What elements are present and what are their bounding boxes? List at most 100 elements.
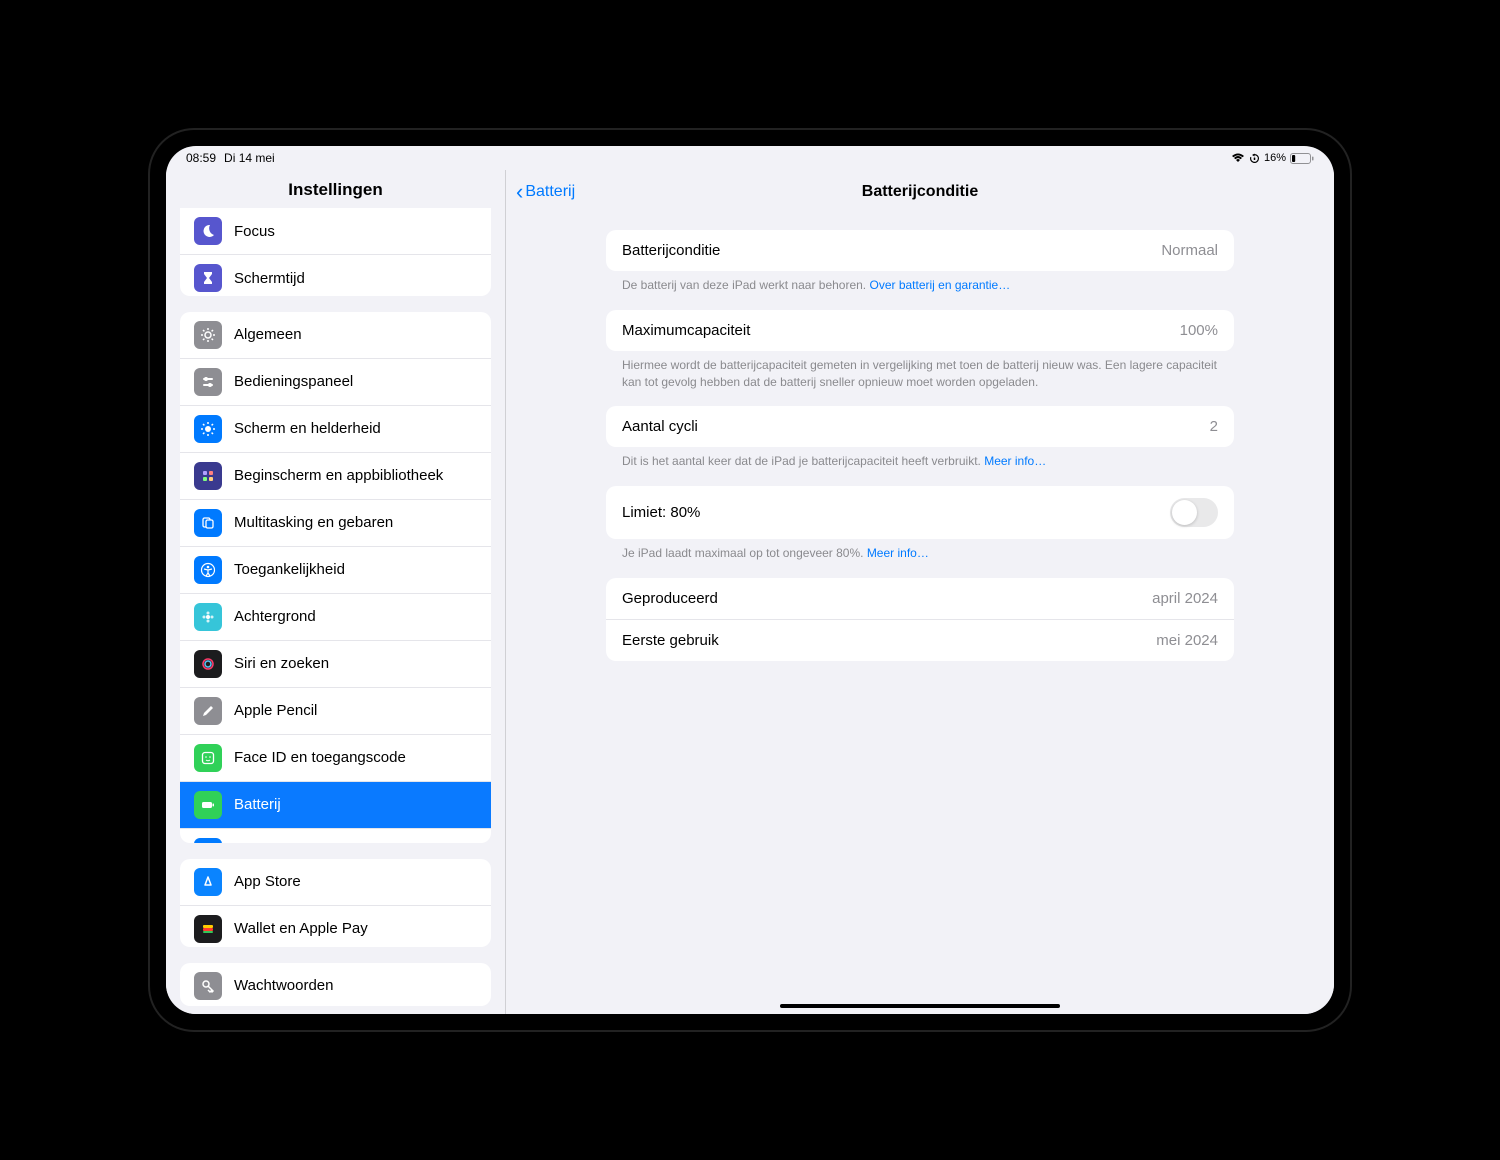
sidebar-item-batterij[interactable]: Batterij	[180, 781, 491, 828]
sidebar-item-bedieningspaneel[interactable]: Bedieningspaneel	[180, 358, 491, 405]
status-time: 08:59	[186, 151, 216, 165]
group-cycles: Aantal cycli 2	[606, 406, 1234, 447]
status-date: Di 14 mei	[224, 151, 275, 165]
row-capacity[interactable]: Maximumcapaciteit 100%	[606, 310, 1234, 351]
sidebar-item-achtergrond[interactable]: Achtergrond	[180, 593, 491, 640]
row-label: Maximumcapaciteit	[622, 322, 750, 339]
main-header: ‹ Batterij Batterijconditie	[506, 170, 1334, 214]
row-label: Geproduceerd	[622, 590, 718, 607]
row-label: Eerste gebruik	[622, 632, 719, 649]
sidebar-item-schermtijd[interactable]: Schermtijd	[180, 254, 491, 296]
sidebar-item-label: Apple Pencil	[234, 702, 317, 719]
siri-icon	[194, 650, 222, 678]
row-value: mei 2024	[1156, 632, 1218, 649]
row-first-use: Eerste gebruik mei 2024	[606, 619, 1234, 661]
grid-icon	[194, 462, 222, 490]
sun-icon	[194, 415, 222, 443]
footer-condition: De batterij van deze iPad werkt naar beh…	[622, 277, 1218, 294]
row-label: Batterijconditie	[622, 242, 720, 259]
sidebar-item-siri[interactable]: Siri en zoeken	[180, 640, 491, 687]
page-title: Batterijconditie	[862, 183, 978, 201]
sidebar-item-label: Batterij	[234, 796, 281, 813]
sidebar-group-passwords: Wachtwoorden	[180, 963, 491, 1006]
sidebar-item-label: Face ID en toegangscode	[234, 749, 406, 766]
sliders-icon	[194, 368, 222, 396]
more-info-cycles-link[interactable]: Meer info…	[984, 454, 1046, 468]
sidebar-item-wallet[interactable]: Wallet en Apple Pay	[180, 905, 491, 947]
sidebar-item-scherm-helderheid[interactable]: Scherm en helderheid	[180, 405, 491, 452]
about-warranty-link[interactable]: Over batterij en garantie…	[869, 278, 1010, 292]
battery-icon	[1290, 153, 1314, 164]
row-label: Aantal cycli	[622, 418, 698, 435]
more-info-limit-link[interactable]: Meer info…	[867, 546, 929, 560]
screen: 08:59 Di 14 mei 16% Instellingen	[166, 146, 1334, 1014]
sidebar-title: Instellingen	[166, 170, 505, 208]
sidebar-item-face-id[interactable]: Face ID en toegangscode	[180, 734, 491, 781]
person-icon	[194, 556, 222, 584]
gear-icon	[194, 321, 222, 349]
key-icon	[194, 972, 222, 1000]
sidebar-item-app-store[interactable]: App Store	[180, 859, 491, 905]
row-label: Limiet: 80%	[622, 504, 700, 521]
footer-capacity: Hiermee wordt de batterijcapaciteit geme…	[622, 357, 1218, 391]
sidebar-item-label: Toegankelijkheid	[234, 561, 345, 578]
sidebar-item-label: Achtergrond	[234, 608, 316, 625]
flower-icon	[194, 603, 222, 631]
moon-icon	[194, 217, 222, 245]
chevron-left-icon: ‹	[516, 179, 523, 205]
footer-cycles: Dit is het aantal keer dat de iPad je ba…	[622, 453, 1218, 470]
sidebar-item-label: Siri en zoeken	[234, 655, 329, 672]
row-value: april 2024	[1152, 590, 1218, 607]
row-condition[interactable]: Batterijconditie Normaal	[606, 230, 1234, 271]
sidebar-group-focus: Focus Schermtijd	[180, 208, 491, 296]
sidebar-item-apple-pencil[interactable]: Apple Pencil	[180, 687, 491, 734]
group-condition: Batterijconditie Normaal	[606, 230, 1234, 271]
sidebar-item-label: Multitasking en gebaren	[234, 514, 393, 531]
hourglass-icon	[194, 264, 222, 292]
footer-limit: Je iPad laadt maximaal op tot ongeveer 8…	[622, 545, 1218, 562]
row-cycles[interactable]: Aantal cycli 2	[606, 406, 1234, 447]
main-content: ‹ Batterij Batterijconditie Batterijcond…	[506, 170, 1334, 1014]
sidebar-item-label: Wachtwoorden	[234, 977, 334, 994]
sidebar-item-privacy[interactable]: Privacy en beveiliging	[180, 828, 491, 843]
battery-icon	[194, 791, 222, 819]
group-limit: Limiet: 80%	[606, 486, 1234, 539]
hand-icon	[194, 838, 222, 843]
sidebar-item-label: Beginscherm en appbibliotheek	[234, 467, 443, 484]
group-dates: Geproduceerd april 2024 Eerste gebruik m…	[606, 578, 1234, 661]
sidebar-item-algemeen[interactable]: Algemeen	[180, 312, 491, 358]
sidebar-item-label: Wallet en Apple Pay	[234, 920, 368, 937]
sidebar-item-label: Schermtijd	[234, 270, 305, 287]
appstore-icon	[194, 868, 222, 896]
stack-icon	[194, 509, 222, 537]
row-value: Normaal	[1161, 242, 1218, 259]
sidebar-item-label: Bedieningspaneel	[234, 373, 353, 390]
sidebar-item-toegankelijkheid[interactable]: Toegankelijkheid	[180, 546, 491, 593]
sidebar-item-label: Algemeen	[234, 326, 302, 343]
back-label: Batterij	[525, 183, 575, 201]
battery-percent: 16%	[1264, 152, 1286, 164]
sidebar-item-label: Scherm en helderheid	[234, 420, 381, 437]
back-button[interactable]: ‹ Batterij	[516, 179, 575, 205]
row-limit: Limiet: 80%	[606, 486, 1234, 539]
sidebar-item-multitasking[interactable]: Multitasking en gebaren	[180, 499, 491, 546]
sidebar-group-main: Algemeen Bedieningspaneel Scherm en held…	[180, 312, 491, 843]
row-produced: Geproduceerd april 2024	[606, 578, 1234, 619]
row-value: 100%	[1180, 322, 1218, 339]
sidebar-item-wachtwoorden[interactable]: Wachtwoorden	[180, 963, 491, 1006]
rotation-lock-icon	[1249, 153, 1260, 164]
sidebar-item-label: App Store	[234, 873, 301, 890]
row-value: 2	[1210, 418, 1218, 435]
wifi-icon	[1231, 153, 1245, 163]
status-bar: 08:59 Di 14 mei 16%	[166, 146, 1334, 170]
wallet-icon	[194, 915, 222, 943]
pencil-icon	[194, 697, 222, 725]
face-icon	[194, 744, 222, 772]
limit-toggle[interactable]	[1170, 498, 1218, 527]
sidebar-group-store: App Store Wallet en Apple Pay	[180, 859, 491, 947]
sidebar-item-focus[interactable]: Focus	[180, 208, 491, 254]
sidebar-item-label: Focus	[234, 223, 275, 240]
group-capacity: Maximumcapaciteit 100%	[606, 310, 1234, 351]
sidebar-item-beginscherm[interactable]: Beginscherm en appbibliotheek	[180, 452, 491, 499]
home-indicator[interactable]	[780, 1004, 1060, 1008]
